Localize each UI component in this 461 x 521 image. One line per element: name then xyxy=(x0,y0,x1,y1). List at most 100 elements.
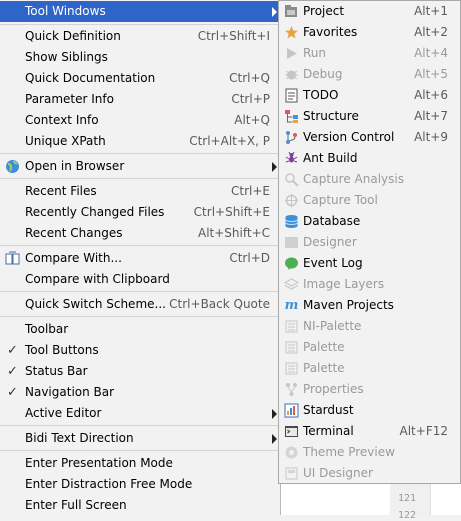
menu-item-toolbar[interactable]: Toolbar xyxy=(0,319,280,340)
menu-item-shortcut: Ctrl+Shift+I xyxy=(197,29,270,43)
menu-item-label: Theme Preview xyxy=(303,445,395,459)
stardust-icon xyxy=(284,403,299,418)
menu-item-label: Database xyxy=(303,214,361,228)
checkmark-icon: ✓ xyxy=(7,385,18,400)
submenu-item-theme-preview[interactable]: Theme Preview xyxy=(279,442,460,463)
menu-item-label: Unique XPath xyxy=(25,134,106,148)
submenu-item-stardust[interactable]: Stardust xyxy=(279,400,460,421)
menu-item-enter-distraction-free-mode[interactable]: Enter Distraction Free Mode xyxy=(0,474,280,495)
menu-item-shortcut: Alt+Q xyxy=(234,113,270,127)
submenu-item-debug[interactable]: Debug Alt+5 xyxy=(279,64,460,85)
menu-item-show-siblings[interactable]: Show Siblings xyxy=(0,47,280,68)
menu-item-label: Context Info xyxy=(25,113,99,127)
line-number: 121 xyxy=(398,493,417,504)
menu-item-label: TODO xyxy=(303,88,339,102)
menu-item-shortcut: Alt+7 xyxy=(414,109,448,123)
submenu-item-maven-projects[interactable]: m Maven Projects xyxy=(279,295,460,316)
terminal-icon xyxy=(284,424,299,439)
menu-item-label: Recent Changes xyxy=(25,226,123,240)
menu-item-shortcut: Alt+1 xyxy=(414,4,448,18)
menu-item-shortcut: Ctrl+Q xyxy=(229,71,270,85)
menu-item-label: Capture Analysis xyxy=(303,172,404,186)
menu-item-bidi-text-direction[interactable]: Bidi Text Direction xyxy=(0,428,280,449)
submenu-item-palette-2[interactable]: Palette xyxy=(279,358,460,379)
submenu-item-event-log[interactable]: Event Log xyxy=(279,253,460,274)
menu-item-open-in-browser[interactable]: Open in Browser xyxy=(0,156,280,177)
menu-item-label: Ant Build xyxy=(303,151,358,165)
menu-item-label: Recently Changed Files xyxy=(25,205,165,219)
submenu-item-ni-palette[interactable]: NI-Palette xyxy=(279,316,460,337)
submenu-item-palette[interactable]: Palette xyxy=(279,337,460,358)
submenu-item-run[interactable]: Run Alt+4 xyxy=(279,43,460,64)
menu-item-label: Palette xyxy=(303,340,345,354)
submenu-item-version-control[interactable]: Version Control Alt+9 xyxy=(279,127,460,148)
menu-item-label: Debug xyxy=(303,67,343,81)
menu-item-shortcut: Alt+9 xyxy=(414,130,448,144)
menu-item-enter-full-screen[interactable]: Enter Full Screen xyxy=(0,495,280,516)
theme-preview-icon xyxy=(284,445,299,460)
submenu-item-properties[interactable]: Properties xyxy=(279,379,460,400)
submenu-item-ui-designer[interactable]: UI Designer xyxy=(279,463,460,484)
menu-item-label: Run xyxy=(303,46,327,60)
menu-item-label: Favorites xyxy=(303,25,358,39)
tool-windows-submenu: Project Alt+1 Favorites Alt+2 Run Alt+4 … xyxy=(278,0,461,484)
menu-item-shortcut: Ctrl+P xyxy=(231,92,270,106)
menu-item-label: Navigation Bar xyxy=(25,385,115,399)
run-icon xyxy=(284,46,299,61)
menu-item-label: Recent Files xyxy=(25,184,97,198)
menu-item-label: Enter Presentation Mode xyxy=(25,456,173,470)
menu-separator xyxy=(0,425,280,426)
submenu-item-ant-build[interactable]: Ant Build xyxy=(279,148,460,169)
menu-item-active-editor[interactable]: Active Editor xyxy=(0,403,280,424)
menu-item-enter-presentation-mode[interactable]: Enter Presentation Mode xyxy=(0,453,280,474)
menu-item-shortcut: Alt+6 xyxy=(414,88,448,102)
palette-icon xyxy=(284,340,299,355)
submenu-arrow-icon xyxy=(272,162,277,172)
menu-item-quick-definition[interactable]: Quick Definition Ctrl+Shift+I xyxy=(0,26,280,47)
view-menu: Tool Windows Quick Definition Ctrl+Shift… xyxy=(0,0,281,515)
menu-item-tool-windows[interactable]: Tool Windows xyxy=(0,1,280,22)
menu-item-label: Project xyxy=(303,4,345,18)
submenu-item-database[interactable]: Database xyxy=(279,211,460,232)
menu-item-recently-changed-files[interactable]: Recently Changed Files Ctrl+Shift+E xyxy=(0,202,280,223)
submenu-item-terminal[interactable]: Terminal Alt+F12 xyxy=(279,421,460,442)
menu-item-shortcut: Alt+Shift+C xyxy=(197,226,270,240)
submenu-item-favorites[interactable]: Favorites Alt+2 xyxy=(279,22,460,43)
menu-item-quick-documentation[interactable]: Quick Documentation Ctrl+Q xyxy=(0,68,280,89)
menu-item-compare-with[interactable]: Compare With... Ctrl+D xyxy=(0,248,280,269)
submenu-item-image-layers[interactable]: Image Layers xyxy=(279,274,460,295)
menu-item-shortcut: Alt+F12 xyxy=(399,424,448,438)
menu-item-label: Show Siblings xyxy=(25,50,108,64)
submenu-item-project[interactable]: Project Alt+1 xyxy=(279,1,460,22)
menu-item-compare-with-clipboard[interactable]: Compare with Clipboard xyxy=(0,269,280,290)
menu-item-label: Event Log xyxy=(303,256,363,270)
menu-item-status-bar[interactable]: ✓ Status Bar xyxy=(0,361,280,382)
menu-item-shortcut: Alt+5 xyxy=(414,67,448,81)
submenu-item-capture-analysis[interactable]: Capture Analysis xyxy=(279,169,460,190)
submenu-item-designer[interactable]: Designer xyxy=(279,232,460,253)
menu-separator xyxy=(0,245,280,246)
properties-icon xyxy=(284,382,299,397)
menu-item-shortcut: Alt+2 xyxy=(414,25,448,39)
menu-item-label: Stardust xyxy=(303,403,354,417)
menu-item-recent-files[interactable]: Recent Files Ctrl+E xyxy=(0,181,280,202)
todo-icon xyxy=(284,88,299,103)
menu-item-navigation-bar[interactable]: ✓ Navigation Bar xyxy=(0,382,280,403)
menu-item-parameter-info[interactable]: Parameter Info Ctrl+P xyxy=(0,89,280,110)
submenu-item-capture-tool[interactable]: Capture Tool xyxy=(279,190,460,211)
menu-item-quick-switch-scheme[interactable]: Quick Switch Scheme... Ctrl+Back Quote xyxy=(0,294,280,315)
menu-item-label: Bidi Text Direction xyxy=(25,431,134,445)
menu-item-label: Quick Documentation xyxy=(25,71,156,85)
menu-item-recent-changes[interactable]: Recent Changes Alt+Shift+C xyxy=(0,223,280,244)
menu-item-label: Parameter Info xyxy=(25,92,114,106)
menu-item-context-info[interactable]: Context Info Alt+Q xyxy=(0,110,280,131)
menu-item-label: Terminal xyxy=(303,424,354,438)
menu-item-label: Compare With... xyxy=(25,251,122,265)
database-icon xyxy=(284,214,299,229)
submenu-arrow-icon xyxy=(272,434,277,444)
menu-item-tool-buttons[interactable]: ✓ Tool Buttons xyxy=(0,340,280,361)
menu-item-unique-xpath[interactable]: Unique XPath Ctrl+Alt+X, P xyxy=(0,131,280,152)
submenu-item-todo[interactable]: TODO Alt+6 xyxy=(279,85,460,106)
submenu-item-structure[interactable]: Structure Alt+7 xyxy=(279,106,460,127)
menu-item-label: Open in Browser xyxy=(25,159,125,173)
